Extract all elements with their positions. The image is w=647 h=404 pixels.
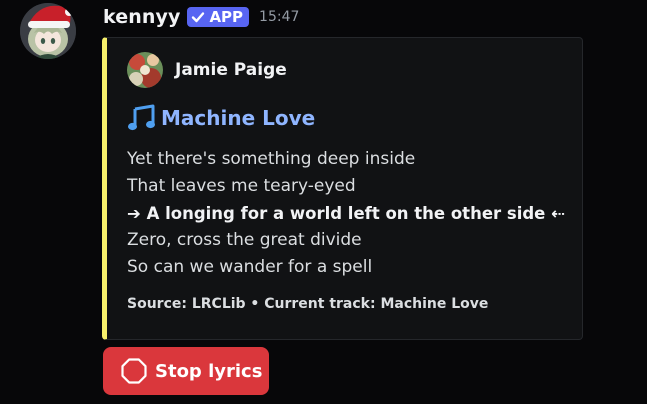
embed-title: Machine Love xyxy=(127,103,315,133)
artist-avatar-icon xyxy=(127,52,163,88)
lyric-line: So can we wander for a spell xyxy=(127,257,373,277)
stop-lyrics-button[interactable]: Stop lyrics xyxy=(103,347,269,395)
lyric-line: Yet there's something deep inside xyxy=(127,149,416,169)
check-icon xyxy=(191,10,205,24)
username[interactable]: kennyy xyxy=(103,6,180,28)
embed-title-text: Machine Love xyxy=(161,106,316,130)
stop-octagon-icon xyxy=(121,358,147,384)
embed-author: Jamie Paige xyxy=(127,52,287,88)
app-badge-label: APP xyxy=(209,8,244,26)
lyrics-block: Yet there's something deep inside That l… xyxy=(127,146,577,281)
stop-lyrics-label: Stop lyrics xyxy=(155,360,263,382)
user-avatar-icon[interactable] xyxy=(20,3,76,59)
lyric-line: Zero, cross the great divide xyxy=(127,230,362,250)
timestamp[interactable]: 15:47 xyxy=(259,9,299,25)
message-header: kennyy APP 15:47 xyxy=(103,4,299,30)
chat-message: kennyy APP 15:47 Jamie Paige Machine Lov… xyxy=(0,0,647,404)
lyric-line: That leaves me teary-eyed xyxy=(127,176,356,196)
lyrics-embed: Jamie Paige Machine Love Yet there's som… xyxy=(102,37,583,340)
app-badge: APP xyxy=(187,7,250,27)
embed-footer: Source: LRCLib • Current track: Machine … xyxy=(127,296,489,312)
current-lyric-line: ➔ A longing for a world left on the othe… xyxy=(127,204,565,223)
music-note-icon xyxy=(127,104,157,132)
embed-author-name[interactable]: Jamie Paige xyxy=(175,60,287,80)
